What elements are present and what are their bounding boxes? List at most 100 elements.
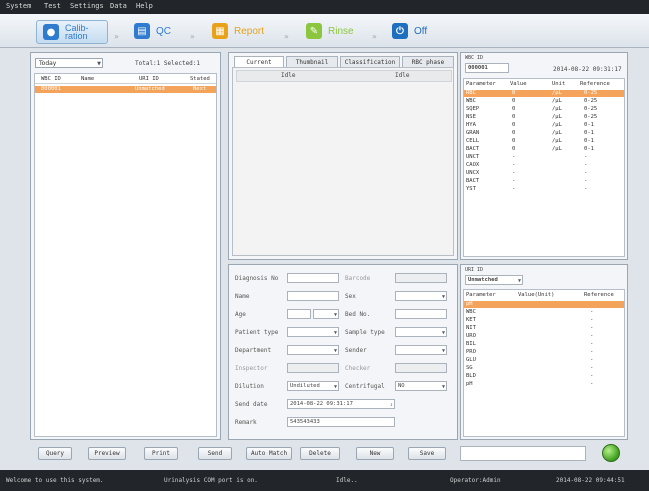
table-row[interactable]: SQEP 0/μL 0-25	[464, 106, 624, 113]
sample-type-label: Sample type	[345, 329, 385, 336]
age-unit-select[interactable]: ▼	[313, 309, 339, 319]
qc-button[interactable]: ▤ QC	[134, 20, 171, 42]
arrow-icon: »	[372, 32, 377, 41]
col-header-stated[interactable]: Stated	[190, 76, 210, 83]
calibration-button[interactable]: ● Calib- ration	[36, 20, 108, 44]
table-row[interactable]: GRAN 0/μL 0-1	[464, 130, 624, 137]
new-button[interactable]: New	[356, 447, 394, 460]
idle-label-right: Idle	[395, 72, 410, 79]
centrifugal-value: NO	[398, 383, 405, 389]
menu-test[interactable]: Test	[44, 2, 61, 10]
sex-select[interactable]: ▼	[395, 291, 447, 301]
cell-reference: -	[590, 341, 594, 347]
table-row[interactable]: BLD -	[464, 373, 624, 380]
uri-id-select[interactable]: Unmatched ▼	[465, 275, 523, 285]
delete-button[interactable]: Delete	[300, 447, 340, 460]
bed-no-field[interactable]	[395, 309, 447, 319]
diagnosis-no-field[interactable]	[287, 273, 339, 283]
cell-reference: -	[584, 170, 588, 176]
table-row[interactable]: RBC 0/μL 0-25	[464, 90, 624, 97]
sample-type-select[interactable]: ▼	[395, 327, 447, 337]
save-button[interactable]: Save	[408, 447, 446, 460]
table-row[interactable]: NSE 0/μL 0-25	[464, 114, 624, 121]
department-select[interactable]: ▼	[287, 345, 339, 355]
chevron-down-icon: ▼	[333, 384, 337, 390]
print-button[interactable]: Print	[144, 447, 178, 460]
col-header-wbc-id[interactable]: WBC ID	[41, 76, 61, 83]
send-button[interactable]: Send	[198, 447, 232, 460]
menu-settings[interactable]: Settings	[70, 2, 104, 10]
patient-type-select[interactable]: ▼	[287, 327, 339, 337]
cell-parameter: CAOX	[466, 162, 480, 168]
rinse-button[interactable]: ✎ Rinse	[306, 20, 354, 42]
cell-unit: /μL	[552, 106, 562, 112]
table-row[interactable]: 000001 Unmatched Next	[35, 86, 216, 93]
image-viewer[interactable]: Idle Idle	[232, 67, 454, 256]
chevron-down-icon: ▼	[441, 294, 445, 300]
cell-reference: 0-25	[584, 114, 598, 120]
wbc-id-value: 000001	[468, 65, 488, 71]
table-row[interactable]: WBC 0/μL 0-25	[464, 98, 624, 105]
cell-value: 0	[512, 90, 516, 96]
report-button[interactable]: ▦ Report	[212, 20, 264, 42]
tab-thumbnail[interactable]: Thumbnail	[286, 56, 338, 67]
col-header-uri-id[interactable]: URI ID	[139, 76, 159, 83]
table-row[interactable]: CAOX - -	[464, 162, 624, 169]
wbc-id-label: WBC ID	[465, 55, 484, 61]
tab-rbc-phase[interactable]: RBC phase	[402, 56, 454, 67]
cell-parameter: HYA	[466, 122, 476, 128]
table-row[interactable]: URO -	[464, 333, 624, 340]
cell-parameter: URO	[466, 333, 476, 339]
table-row[interactable]: YST - -	[464, 186, 624, 193]
auto-match-button[interactable]: Auto Match	[246, 447, 292, 460]
table-row[interactable]: BIL -	[464, 341, 624, 348]
barcode-label: Barcode	[345, 275, 371, 282]
table-row[interactable]: PRO -	[464, 349, 624, 356]
date-filter-select[interactable]: Today ▼	[35, 58, 103, 68]
table-row[interactable]: HYA 0/μL 0-1	[464, 122, 624, 129]
cell-parameter: GRAN	[466, 130, 480, 136]
col-header-name[interactable]: Name	[81, 76, 94, 83]
arrow-icon: »	[284, 32, 289, 41]
cell-value: 0	[512, 114, 516, 120]
table-row[interactable]: CELL 0/μL 0-1	[464, 138, 624, 145]
table-row[interactable]: pH	[464, 301, 624, 308]
menu-system[interactable]: System	[6, 2, 31, 10]
table-row[interactable]: GLU -	[464, 357, 624, 364]
table-row[interactable]: KET -	[464, 317, 624, 324]
inspector-field[interactable]	[287, 363, 339, 373]
cell-parameter: BACT	[466, 178, 480, 184]
menu-data[interactable]: Data	[110, 2, 127, 10]
table-row[interactable]: SG -	[464, 365, 624, 372]
table-row[interactable]: WBC -	[464, 309, 624, 316]
spin-arrows-icon[interactable]: ⇕	[390, 401, 393, 409]
table-row[interactable]: UNCT - -	[464, 154, 624, 161]
tab-classification[interactable]: Classification	[340, 56, 400, 67]
name-field[interactable]	[287, 291, 339, 301]
table-row[interactable]: NIT -	[464, 325, 624, 332]
date-filter-value: Today	[39, 60, 57, 67]
table-row[interactable]: BACT 0/μL 0-1	[464, 146, 624, 153]
cell-reference: -	[590, 309, 594, 315]
checker-field[interactable]	[395, 363, 447, 373]
cell-reference: 0-25	[584, 106, 598, 112]
table-row[interactable]: UNCX - -	[464, 170, 624, 177]
col-header-reference: Reference	[584, 292, 614, 298]
wbc-id-field[interactable]: 000001	[465, 63, 509, 73]
dilution-select[interactable]: Undiluted ▼	[287, 381, 339, 391]
preview-button[interactable]: Preview	[88, 447, 126, 460]
menu-help[interactable]: Help	[136, 2, 153, 10]
sender-select[interactable]: ▼	[395, 345, 447, 355]
off-button[interactable]: ⏻ Off	[392, 20, 427, 42]
send-date-field[interactable]: 2014-08-22 09:31:17 ⇕	[287, 399, 395, 409]
col-header-reference: Reference	[580, 81, 610, 87]
table-row[interactable]: BACT - -	[464, 178, 624, 185]
chevron-down-icon: ▼	[333, 312, 337, 318]
remark-field[interactable]: 543543433	[287, 417, 395, 427]
barcode-field[interactable]	[395, 273, 447, 283]
query-button[interactable]: Query	[38, 447, 72, 460]
wbc-table-header: Parameter Value Unit Reference	[464, 81, 624, 88]
age-field[interactable]	[287, 309, 311, 319]
centrifugal-select[interactable]: NO ▼	[395, 381, 447, 391]
table-row[interactable]: pH -	[464, 381, 624, 388]
